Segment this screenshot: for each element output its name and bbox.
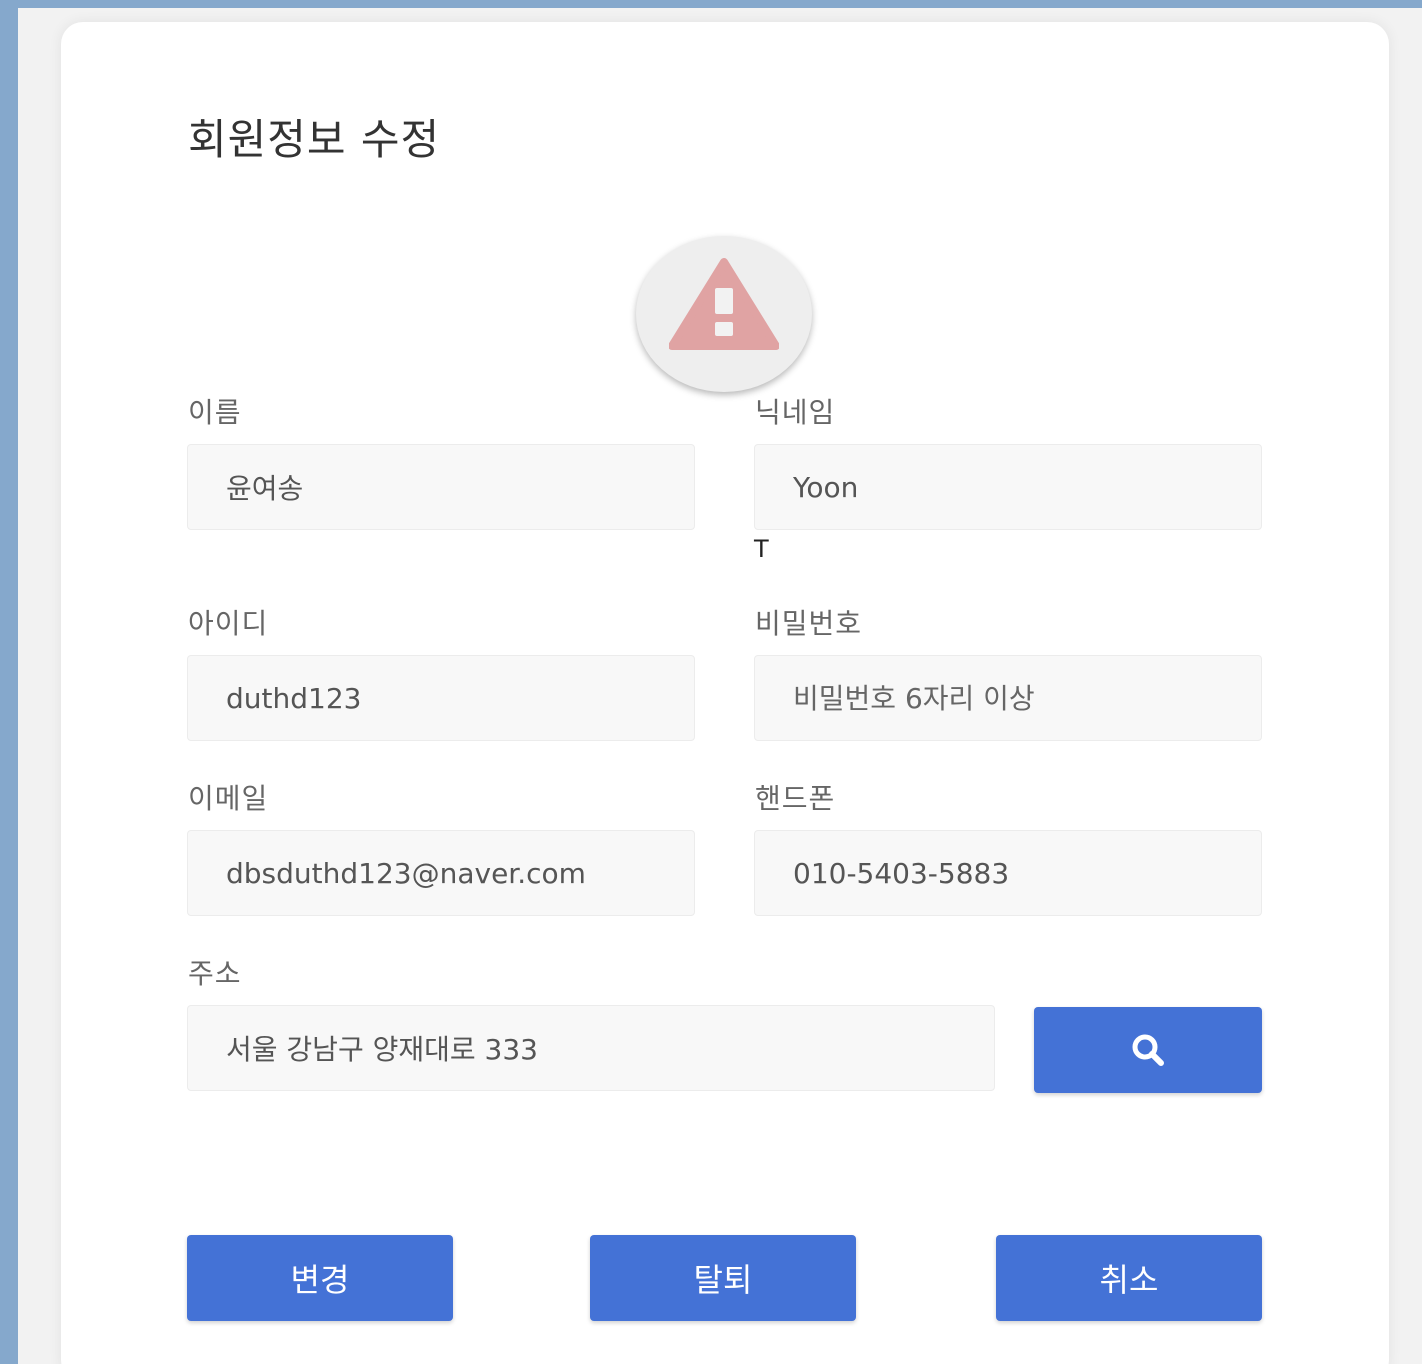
user-id-label: 아이디 xyxy=(188,607,269,640)
page-title: 회원정보 수정 xyxy=(188,115,441,164)
password-label: 비밀번호 xyxy=(755,607,863,640)
nickname-label: 닉네임 xyxy=(755,396,836,429)
phone-label: 핸드폰 xyxy=(755,782,836,815)
cancel-button[interactable]: 취소 xyxy=(996,1235,1262,1321)
address-search-button[interactable] xyxy=(1034,1007,1262,1093)
warning-badge xyxy=(636,236,812,392)
search-icon xyxy=(1132,1034,1164,1066)
email-label: 이메일 xyxy=(188,782,269,815)
warning-icon xyxy=(669,258,779,350)
change-button[interactable]: 변경 xyxy=(187,1235,453,1321)
user-id-input[interactable] xyxy=(187,655,695,741)
email-input[interactable] xyxy=(187,830,695,916)
nickname-input[interactable] xyxy=(754,444,1262,530)
name-input[interactable] xyxy=(187,444,695,530)
name-label: 이름 xyxy=(188,396,242,429)
withdraw-button[interactable]: 탈퇴 xyxy=(590,1235,856,1321)
address-label: 주소 xyxy=(188,957,242,990)
address-input[interactable] xyxy=(187,1005,995,1091)
text-cursor: T xyxy=(754,535,769,563)
phone-input[interactable] xyxy=(754,830,1262,916)
password-input[interactable] xyxy=(754,655,1262,741)
